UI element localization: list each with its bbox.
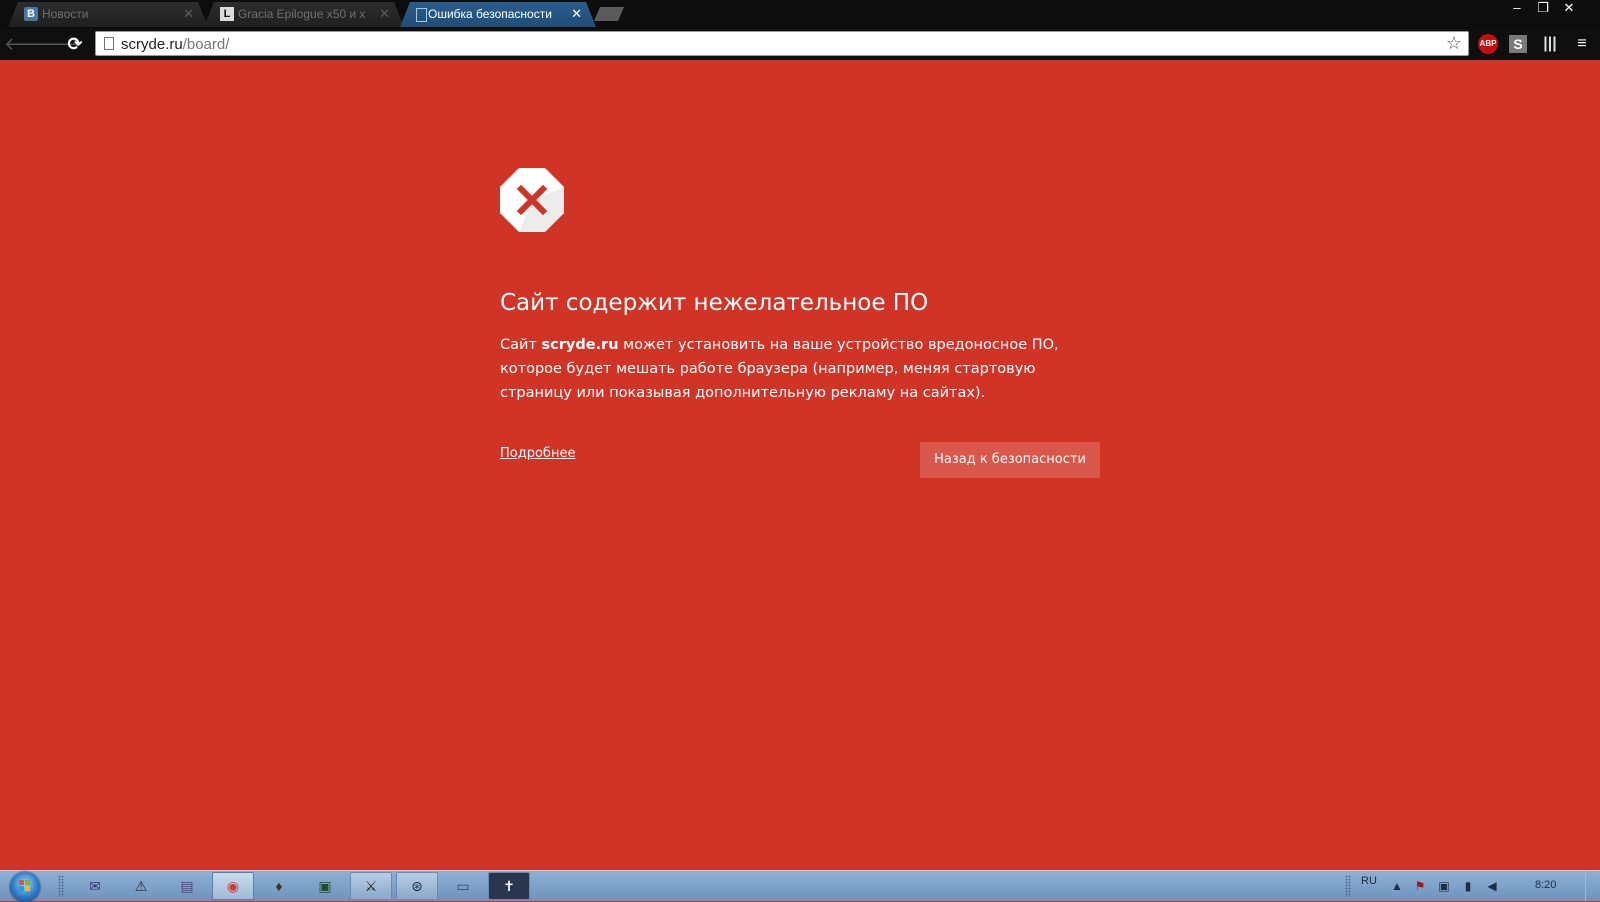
browser-toolbar: 🡐 🡒 ⟳ scryde.ru/board/ ☆ ABP S ||| ≡ — [0, 28, 1600, 60]
volume-icon[interactable]: ◀ — [1485, 879, 1499, 893]
tab-title: Новости — [42, 7, 89, 21]
tab-close-icon[interactable]: ✕ — [379, 6, 390, 22]
minimize-button[interactable]: – — [1504, 0, 1530, 18]
url-text[interactable]: scryde.ru/board/ — [121, 36, 229, 53]
bars-extension-icon[interactable]: ||| — [1540, 34, 1560, 54]
window-controls: – ❐ ✕ — [1504, 0, 1582, 18]
floppy-app-icon[interactable]: ▤ — [166, 872, 208, 900]
page-favicon-icon — [416, 8, 427, 22]
language-indicator[interactable]: RU — [1361, 875, 1377, 887]
network-icon[interactable]: ▮ — [1461, 879, 1475, 893]
new-tab-button[interactable] — [594, 7, 624, 21]
site-name: scryde.ru — [541, 336, 619, 353]
game-app-icon[interactable]: ⚔ — [350, 872, 392, 900]
tab-gracia[interactable]: L Gracia Epilogue x50 и х ✕ — [204, 2, 404, 27]
details-link[interactable]: Подробнее — [500, 446, 575, 461]
mail-app-icon[interactable]: ✉ — [74, 872, 116, 900]
page-icon — [104, 37, 114, 50]
bookmark-star-icon[interactable]: ☆ — [1446, 33, 1462, 54]
l-favicon-icon: L — [220, 7, 234, 21]
clock[interactable]: 8:20 — [1535, 879, 1556, 891]
tab-close-icon[interactable]: ✕ — [571, 6, 582, 22]
warning-app-icon[interactable]: ⚠ — [120, 872, 162, 900]
tray-grip[interactable] — [1345, 875, 1351, 897]
chrome-menu-icon[interactable]: ≡ — [1572, 34, 1592, 54]
restore-button[interactable]: ❐ — [1530, 0, 1556, 18]
start-button[interactable] — [10, 872, 40, 902]
windows-taskbar: ✉ ⚠ ▤ ◉ ♦ ▣ ⚔ ⊛ ▭ ✝ RU ▲ ⚑ ▣ ▮ ◀ 8:20 — [0, 870, 1600, 902]
window-app-icon[interactable]: ▭ — [442, 872, 484, 900]
forward-button[interactable]: 🡒 — [33, 32, 81, 56]
interstitial-page: Сайт содержит нежелательное ПО Сайт scry… — [0, 60, 1600, 870]
reload-button[interactable]: ⟳ — [63, 32, 87, 56]
address-bar[interactable]: scryde.ru/board/ ☆ — [95, 31, 1469, 56]
explanation-text: Сайт scryde.ru может установить на ваше … — [500, 333, 1110, 405]
tab-title: Gracia Epilogue x50 и х — [238, 7, 366, 21]
close-window-button[interactable]: ✕ — [1556, 0, 1582, 18]
tab-title: Ошибка безопасности — [428, 7, 552, 21]
steam-app-icon[interactable]: ⊛ — [396, 872, 438, 900]
url-host: scryde.ru — [121, 36, 183, 53]
chrome-app-icon[interactable]: ◉ — [212, 872, 254, 900]
shield-app-icon[interactable]: ♦ — [258, 872, 300, 900]
page-title: Сайт содержит нежелательное ПО — [500, 290, 929, 317]
windows-logo-icon — [19, 880, 31, 892]
stop-icon — [500, 168, 564, 232]
tab-strip: В Новости ✕ L Gracia Epilogue x50 и х ✕ … — [0, 0, 1600, 28]
adblock-icon[interactable]: ABP — [1478, 34, 1498, 54]
explanation-prefix: Сайт — [500, 336, 542, 353]
tab-security-error[interactable]: Ошибка безопасности ✕ — [400, 2, 596, 27]
tab-news[interactable]: В Новости ✕ — [8, 2, 208, 27]
back-to-safety-button[interactable]: Назад к безопасности — [920, 442, 1100, 478]
vk-favicon-icon: В — [24, 7, 38, 21]
terminal-app-icon[interactable]: ▣ — [304, 872, 346, 900]
media-app-icon[interactable]: ✝ — [488, 872, 530, 900]
action-center-icon[interactable]: ⚑ — [1413, 879, 1427, 893]
tray-expand-icon[interactable]: ▲ — [1390, 879, 1404, 893]
s-extension-icon[interactable]: S — [1509, 35, 1527, 53]
back-button[interactable]: 🡐 — [4, 32, 52, 56]
usb-device-icon[interactable]: ▣ — [1437, 879, 1451, 893]
show-desktop-button[interactable] — [1585, 871, 1600, 901]
taskbar-grip[interactable] — [58, 875, 64, 897]
tab-close-icon[interactable]: ✕ — [183, 6, 194, 22]
url-path: /board/ — [182, 36, 230, 53]
